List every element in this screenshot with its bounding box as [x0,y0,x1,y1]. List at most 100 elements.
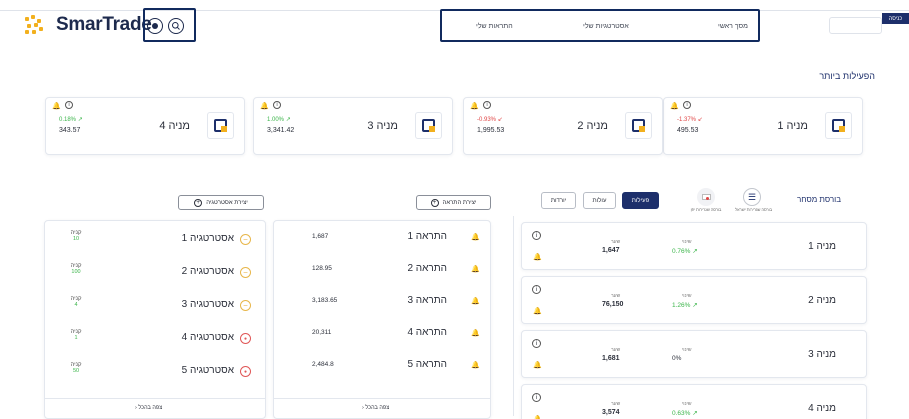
strategy-name: אסטרטגיה 4 [181,332,234,343]
alert-row[interactable]: 🔔 התראה 3 3,183.65 [274,294,490,318]
stock-name: מניה 1 [808,241,836,252]
strategy-row[interactable]: − אסטרטגיה 3 קניה 4 [45,294,265,322]
strategy-status-icon[interactable]: ● [240,366,251,377]
most-active-card[interactable]: מניה 4 🔔 i 0.18% ↗ 343.57 [45,97,245,155]
strategy-row[interactable]: − אסטרטגיה 2 קניה 100 [45,261,265,289]
most-active-card[interactable]: מניה 2 🔔 i -0.93% ↙ 1,995.53 [463,97,663,155]
alert-row[interactable]: 🔔 התראה 5 2,484.8 [274,358,490,382]
exchange-israel[interactable]: ☰ בורסה שגרירות ישראל [735,188,772,212]
stock-change: 0.76% ↗ [672,248,698,255]
bell-icon[interactable]: 🔔 [533,307,542,315]
info-icon[interactable]: i [532,231,541,240]
stock-name: מניה 2 [808,295,836,306]
alert-name: התראה 4 [407,327,447,338]
bell-icon[interactable]: 🔔 [260,102,269,110]
bell-icon[interactable]: 🔔 [52,102,61,110]
stock-price: 1,995.53 [477,127,505,134]
tab-active[interactable]: פעילות [622,192,659,209]
exchange-israel-icon: ☰ [743,188,761,206]
strategies-view-all-link[interactable]: צפה בהכל ‹ [135,405,162,411]
strategy-action: קניה 4 [70,296,82,308]
bell-icon[interactable]: 🔔 [471,297,480,305]
nav-my-strategies[interactable]: אסטרטגיות שלי [583,23,629,30]
chevron-left-icon: ‹ [135,405,137,411]
info-icon[interactable]: i [683,101,691,109]
market-row[interactable]: מניה 2 שינוי 1.26% ↗ שער 76,150 i 🔔 [521,276,867,324]
bell-icon[interactable]: 🔔 [670,102,679,110]
login-field[interactable] [829,17,882,34]
tab-gainers[interactable]: עולות [583,192,616,209]
plus-icon: + [430,198,439,207]
info-icon[interactable]: i [532,339,541,348]
alert-value: 2,484.8 [312,361,334,368]
exchange-japan[interactable]: בורסה שגרירות יפן [688,188,724,212]
stock-change: 0.63% ↗ [672,410,698,417]
alert-row[interactable]: 🔔 התראה 1 1,687 [274,230,490,254]
bell-icon[interactable]: 🔔 [533,361,542,369]
info-icon[interactable]: i [273,101,281,109]
change-label: שינוי [682,293,692,299]
trend-arrow-icon: ↗ [690,410,698,417]
login-button[interactable]: כניסה [882,13,909,24]
bell-icon[interactable]: 🔔 [470,102,479,110]
alert-row[interactable]: 🔔 התראה 2 128.95 [274,262,490,286]
trend-arrow-icon: ↗ [690,302,698,309]
market-title: בורסת מסחר [797,195,842,204]
most-active-title: הפעילות ביותר [819,71,875,81]
strategy-row[interactable]: ● אסטרטגיה 5 קניה 50 [45,360,265,388]
alerts-view-all-link[interactable]: צפה בהכל ‹ [362,405,389,411]
alerts-footer-divider [274,398,490,399]
strategy-action: קניה 1 [70,329,82,341]
moon-icon [152,23,158,29]
info-icon[interactable]: i [483,101,491,109]
strategy-action: קניה 100 [70,263,82,275]
search-button[interactable] [168,18,184,34]
alert-name: התראה 5 [407,359,447,370]
info-icon[interactable]: i [532,393,541,402]
create-alert-button[interactable]: יצירת התראה + [416,195,491,210]
tab-losers[interactable]: יורדות [541,192,576,209]
alert-value: 1,687 [312,233,329,240]
create-strategy-button[interactable]: יצירת אסטרטגיה + [178,195,264,210]
stock-price: 76,150 [602,301,624,308]
alert-name: התראה 1 [407,231,447,242]
alert-name: התראה 3 [407,295,447,306]
strategy-status-icon[interactable]: ● [240,333,251,344]
market-row[interactable]: מניה 1 שינוי 0.76% ↗ שער 1,647 i 🔔 [521,222,867,270]
info-icon[interactable]: i [532,285,541,294]
strategy-row[interactable]: − אסטרטגיה 1 קניה 10 [45,228,265,256]
market-divider [513,216,514,416]
search-icon [172,22,180,30]
bell-icon[interactable]: 🔔 [471,361,480,369]
market-row[interactable]: מניה 4 שינוי 0.63% ↗ שער 3,574 i 🔔 [521,384,867,419]
bell-icon[interactable]: 🔔 [471,265,480,273]
strategy-status-icon[interactable]: − [240,267,251,278]
strategy-status-icon[interactable]: − [240,234,251,245]
info-icon[interactable]: i [65,101,73,109]
most-active-card[interactable]: מניה 1 🔔 i -1.37% ↙ 495.53 [663,97,863,155]
nav-main-screen[interactable]: מסך ראשי [718,23,748,30]
brand-logo-icon [25,15,43,34]
bell-icon[interactable]: 🔔 [533,253,542,261]
change-label: שינוי [682,401,692,407]
stock-price: 1,647 [602,247,620,254]
stock-name: מניה 4 [808,403,836,414]
bell-icon[interactable]: 🔔 [533,415,542,419]
company-logo-icon [625,112,652,139]
market-row[interactable]: מניה 3 שינוי 0% שער 1,681 i 🔔 [521,330,867,378]
stock-change: 1.00% ↗ [267,117,291,123]
stock-name: מניה 4 [159,120,190,132]
strategy-status-icon[interactable]: − [240,300,251,311]
alert-name: התראה 2 [407,263,447,274]
bell-icon[interactable]: 🔔 [471,329,480,337]
stock-name: מניה 2 [577,120,608,132]
trend-arrow-icon: ↗ [285,117,291,123]
price-label: שער [611,401,621,407]
most-active-card[interactable]: מניה 3 🔔 i 1.00% ↗ 3,341.42 [253,97,453,155]
strategy-row[interactable]: ● אסטרטגיה 4 קניה 1 [45,327,265,355]
theme-toggle-button[interactable] [147,18,163,34]
alert-row[interactable]: 🔔 התראה 4 20,311 [274,326,490,350]
trend-arrow-icon: ↗ [690,248,698,255]
bell-icon[interactable]: 🔔 [471,233,480,241]
nav-my-alerts[interactable]: התראות שלי [476,23,513,30]
